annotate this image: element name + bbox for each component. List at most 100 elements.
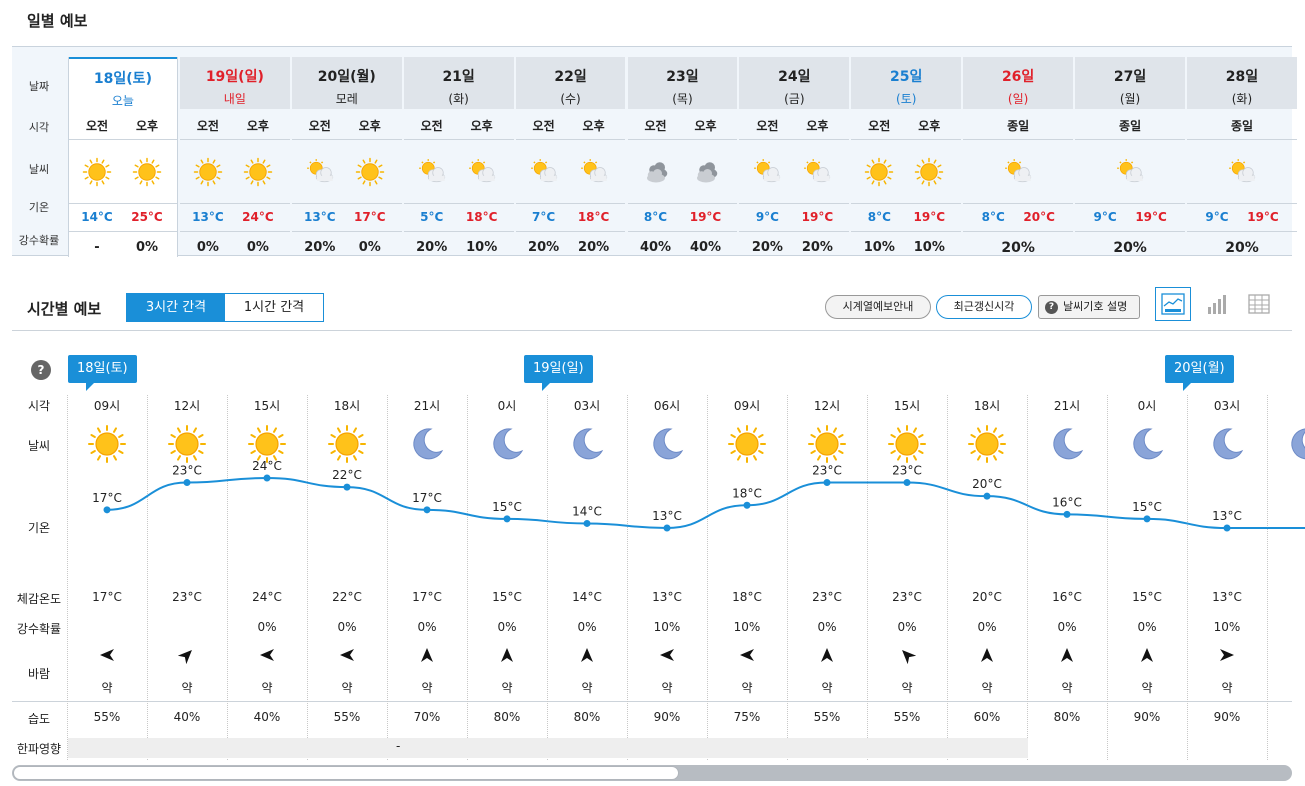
allday-label: 종일 — [1119, 119, 1142, 133]
slot-wind: 약 — [581, 681, 593, 695]
graph-view-button[interactable] — [1155, 287, 1191, 321]
allday-precip: 20% — [1113, 240, 1147, 256]
weather-divider — [291, 203, 402, 204]
min-temp: 9°C — [755, 210, 779, 224]
tab-3-hour[interactable]: 3시간 간격 — [127, 294, 225, 321]
tab-1-hour[interactable]: 1시간 간격 — [225, 294, 323, 321]
am-precip: 40% — [639, 240, 672, 255]
slot-wind: 약 — [1061, 681, 1073, 695]
slot-humidity: 80% — [1053, 710, 1081, 724]
temperature-point — [1223, 524, 1231, 532]
timeseries-guide-button[interactable]: 시계열예보안내 — [825, 295, 931, 319]
day-header: 27일 (월) — [1075, 57, 1185, 109]
temperature-label: 22°C — [332, 468, 362, 482]
min-temp: 13°C — [304, 210, 336, 224]
bar-view-button[interactable] — [1199, 287, 1235, 321]
slot-feels: 14°C — [572, 590, 602, 604]
temperature-label: 23°C — [812, 464, 842, 478]
sun-icon — [127, 157, 167, 187]
temperature-label: 13°C — [652, 509, 682, 523]
day-sub: (월) — [1119, 92, 1141, 106]
min-temp: 5°C — [420, 210, 444, 224]
hourly-label-wind: 바람 — [27, 667, 51, 681]
wind-arrow-icon — [258, 646, 276, 664]
wind-arrow-icon — [498, 646, 516, 664]
hourly-label-temp: 기온 — [27, 521, 51, 535]
day-header: 23일 (목) — [627, 57, 738, 109]
day-column: 28일 (화) 종일 9°C 19°C 20% — [1187, 57, 1297, 257]
allday-label: 종일 — [1007, 119, 1030, 133]
sun-icon — [859, 157, 899, 187]
row-label-date: 날짜 — [28, 80, 50, 93]
day-header: 22일 (수) — [515, 57, 626, 109]
scrollbar-thumb[interactable] — [13, 766, 679, 780]
slot-precip: 0% — [1137, 620, 1157, 634]
slot-wind: 약 — [1141, 681, 1153, 695]
slot-humidity: 90% — [653, 710, 681, 724]
slot-precip: 0% — [897, 620, 917, 634]
slot-wind: 약 — [661, 681, 673, 695]
wind-arrow-icon — [578, 646, 596, 664]
am-precip: 20% — [416, 240, 448, 255]
day-header: 28일 (화) — [1187, 57, 1297, 109]
table-view-button[interactable] — [1241, 287, 1277, 321]
day-sub: (수) — [560, 92, 581, 106]
am-label: 오전 — [420, 119, 443, 133]
weather-symbol-legend-button[interactable]: ? 날씨기호 설명 — [1038, 295, 1140, 319]
am-label: 오전 — [868, 119, 891, 133]
temperature-point — [263, 474, 271, 482]
slot-humidity: 40% — [173, 710, 201, 724]
temperature-point — [583, 519, 591, 527]
day-header: 25일 (토) — [851, 57, 962, 109]
day-column: 20일(월) 모레 오전 오후 13°C 17°C 20% 0% — [291, 57, 402, 257]
pm-label: 오후 — [918, 119, 941, 133]
temperature-point — [503, 515, 511, 523]
slot-feels: 22°C — [332, 590, 362, 604]
slot-time: 09시 — [93, 399, 121, 413]
day-date: 23일 — [666, 69, 699, 85]
hourly-label-time: 시각 — [27, 399, 51, 413]
wind-arrow-icon — [1138, 646, 1156, 664]
wind-arrow-icon — [338, 646, 356, 664]
partly-cloudy-icon — [574, 157, 614, 187]
day-date: 18일(토) — [93, 71, 152, 87]
pm-precip: 20% — [801, 240, 833, 255]
day-column: 24일 (금) 오전 오후 9°C 19°C 20% 20% — [739, 57, 850, 257]
grid-line — [787, 395, 788, 760]
help-icon[interactable]: ? — [31, 360, 51, 380]
am-label: 오전 — [532, 119, 555, 133]
max-temp: 19°C — [1247, 210, 1279, 224]
moon-icon — [1127, 424, 1167, 464]
day-column: 22일 (수) 오전 오후 7°C 18°C 20% 20% — [515, 57, 626, 257]
moon-icon — [1207, 424, 1247, 464]
wind-arrow-icon — [818, 646, 836, 664]
day-date: 22일 — [554, 69, 587, 85]
day-sub: 모레 — [335, 92, 358, 106]
pm-label: 오후 — [246, 119, 269, 133]
row-label-weather: 날씨 — [28, 163, 50, 176]
grid-line — [147, 395, 148, 760]
slot-precip: 10% — [1213, 620, 1241, 634]
temperature-line — [106, 476, 1305, 530]
temperature-label: 23°C — [172, 464, 202, 478]
sun-icon — [188, 157, 228, 187]
moon-icon — [487, 424, 527, 464]
wind-arrow-icon — [898, 646, 917, 665]
time-divider — [851, 139, 962, 140]
latest-update-button[interactable]: 최근갱신시각 — [936, 295, 1032, 319]
slot-wind: 약 — [181, 681, 193, 695]
moon-icon — [407, 424, 447, 464]
temperature-point — [423, 506, 431, 514]
slot-precip: 0% — [417, 620, 437, 634]
temperature-point — [823, 479, 831, 487]
am-precip: 0% — [196, 240, 219, 255]
max-temp: 19°C — [1135, 210, 1167, 224]
slot-feels: 18°C — [732, 590, 762, 604]
grid-line — [707, 395, 708, 760]
slot-time: 12시 — [173, 399, 201, 413]
time-divider — [963, 139, 1074, 140]
wind-arrow-icon — [1218, 646, 1236, 664]
temperature-label: 17°C — [412, 491, 442, 505]
horizontal-scrollbar[interactable] — [12, 765, 1292, 781]
temp-divider — [1075, 231, 1185, 232]
